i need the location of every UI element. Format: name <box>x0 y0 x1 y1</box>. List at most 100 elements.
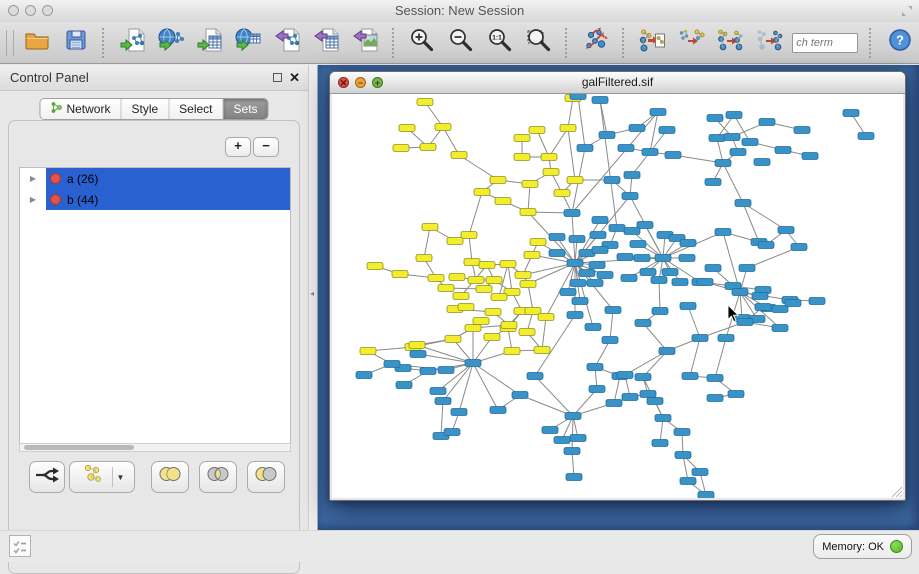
network-node[interactable] <box>858 133 874 140</box>
import-table-from-url-button[interactable] <box>230 25 269 61</box>
network-node[interactable] <box>485 309 501 316</box>
network-node[interactable] <box>599 132 615 139</box>
network-node[interactable] <box>435 124 451 131</box>
network-node[interactable] <box>728 391 744 398</box>
toolbar-drag-handle[interactable] <box>6 30 14 56</box>
network-node[interactable] <box>501 322 517 329</box>
network-node[interactable] <box>461 232 477 239</box>
network-node[interactable] <box>453 293 469 300</box>
network-node[interactable] <box>642 149 658 156</box>
network-node[interactable] <box>479 262 495 269</box>
network-node[interactable] <box>662 269 678 276</box>
network-node[interactable] <box>589 262 605 269</box>
network-node[interactable] <box>585 324 601 331</box>
network-node[interactable] <box>486 277 502 284</box>
close-panel-icon[interactable]: ✕ <box>289 70 300 86</box>
network-node[interactable] <box>409 342 425 349</box>
network-node[interactable] <box>705 179 721 186</box>
save-session-button[interactable] <box>57 25 96 61</box>
help-button[interactable]: ? <box>880 25 919 61</box>
tab-style[interactable]: Style <box>120 99 168 119</box>
network-node[interactable] <box>739 265 755 272</box>
network-node[interactable] <box>491 294 507 301</box>
network-node[interactable] <box>420 144 436 151</box>
set-list-item[interactable]: ▶a (26) <box>20 168 290 189</box>
set-list-item[interactable]: ▶b (44) <box>20 189 290 210</box>
network-node[interactable] <box>651 277 667 284</box>
network-node[interactable] <box>652 308 668 315</box>
network-node[interactable] <box>420 368 436 375</box>
zoom-in-button[interactable] <box>403 25 442 61</box>
sets-list[interactable]: ▶a (26)▶b (44) <box>19 167 291 451</box>
network-node[interactable] <box>680 240 696 247</box>
network-node[interactable] <box>560 125 576 132</box>
network-node[interactable] <box>682 373 698 380</box>
new-network-from-selection-button[interactable] <box>633 25 672 61</box>
network-node[interactable] <box>384 361 400 368</box>
network-node[interactable] <box>564 448 580 455</box>
network-node[interactable] <box>360 348 376 355</box>
network-node[interactable] <box>565 413 581 420</box>
network-node[interactable] <box>606 400 622 407</box>
network-node[interactable] <box>538 314 554 321</box>
network-node[interactable] <box>514 154 530 161</box>
network-node[interactable] <box>524 252 540 259</box>
tab-network[interactable]: Network <box>40 99 120 119</box>
network-node[interactable] <box>592 97 608 104</box>
network-node[interactable] <box>587 364 603 371</box>
network-node[interactable] <box>624 228 640 235</box>
network-node[interactable] <box>679 255 695 262</box>
network-node[interactable] <box>569 236 585 243</box>
network-node[interactable] <box>742 139 758 146</box>
tab-select[interactable]: Select <box>168 99 222 119</box>
network-node[interactable] <box>465 360 481 367</box>
network-node[interactable] <box>635 320 651 327</box>
zoom-one-to-one-button[interactable]: 1:1 <box>481 25 520 61</box>
network-node[interactable] <box>367 263 383 270</box>
network-node[interactable] <box>705 265 721 272</box>
network-node[interactable] <box>438 367 454 374</box>
network-node[interactable] <box>444 429 460 436</box>
network-node[interactable] <box>707 115 723 122</box>
network-node[interactable] <box>605 307 621 314</box>
network-node[interactable] <box>529 127 545 134</box>
intersection-of-sets-button[interactable] <box>199 461 237 493</box>
network-node[interactable] <box>566 474 582 481</box>
network-node[interactable] <box>622 193 638 200</box>
network-node[interactable] <box>652 440 668 447</box>
network-node[interactable] <box>590 232 606 239</box>
network-node[interactable] <box>724 134 740 141</box>
network-node[interactable] <box>554 437 570 444</box>
network-node[interactable] <box>520 209 536 216</box>
network-node[interactable] <box>567 312 583 319</box>
panel-splitter[interactable]: ◂ <box>308 65 318 530</box>
network-node[interactable] <box>647 398 663 405</box>
network-node[interactable] <box>430 388 446 395</box>
network-node[interactable] <box>617 372 633 379</box>
network-node[interactable] <box>549 234 565 241</box>
hide-selected-button[interactable] <box>711 25 750 61</box>
network-node[interactable] <box>794 127 810 134</box>
network-node[interactable] <box>567 260 583 267</box>
import-network-from-url-button[interactable] <box>152 25 191 61</box>
network-node[interactable] <box>396 382 412 389</box>
network-node[interactable] <box>438 285 454 292</box>
search-input[interactable] <box>792 33 858 53</box>
network-node[interactable] <box>772 325 788 332</box>
network-node[interactable] <box>484 334 500 341</box>
set-item-highlight[interactable]: b (44) <box>46 189 290 210</box>
expander-triangle-icon[interactable]: ▶ <box>20 195 46 204</box>
network-node[interactable] <box>579 270 595 277</box>
import-table-from-file-button[interactable] <box>191 25 230 61</box>
network-node[interactable] <box>778 227 794 234</box>
network-node[interactable] <box>399 125 415 132</box>
apply-preferred-layout-button[interactable] <box>576 25 615 61</box>
network-node[interactable] <box>785 300 801 307</box>
network-node[interactable] <box>435 398 451 405</box>
export-network-button[interactable] <box>269 25 308 61</box>
network-node[interactable] <box>592 217 608 224</box>
network-node[interactable] <box>572 298 588 305</box>
network-node[interactable] <box>512 392 528 399</box>
network-node[interactable] <box>672 279 688 286</box>
network-node[interactable] <box>468 277 484 284</box>
